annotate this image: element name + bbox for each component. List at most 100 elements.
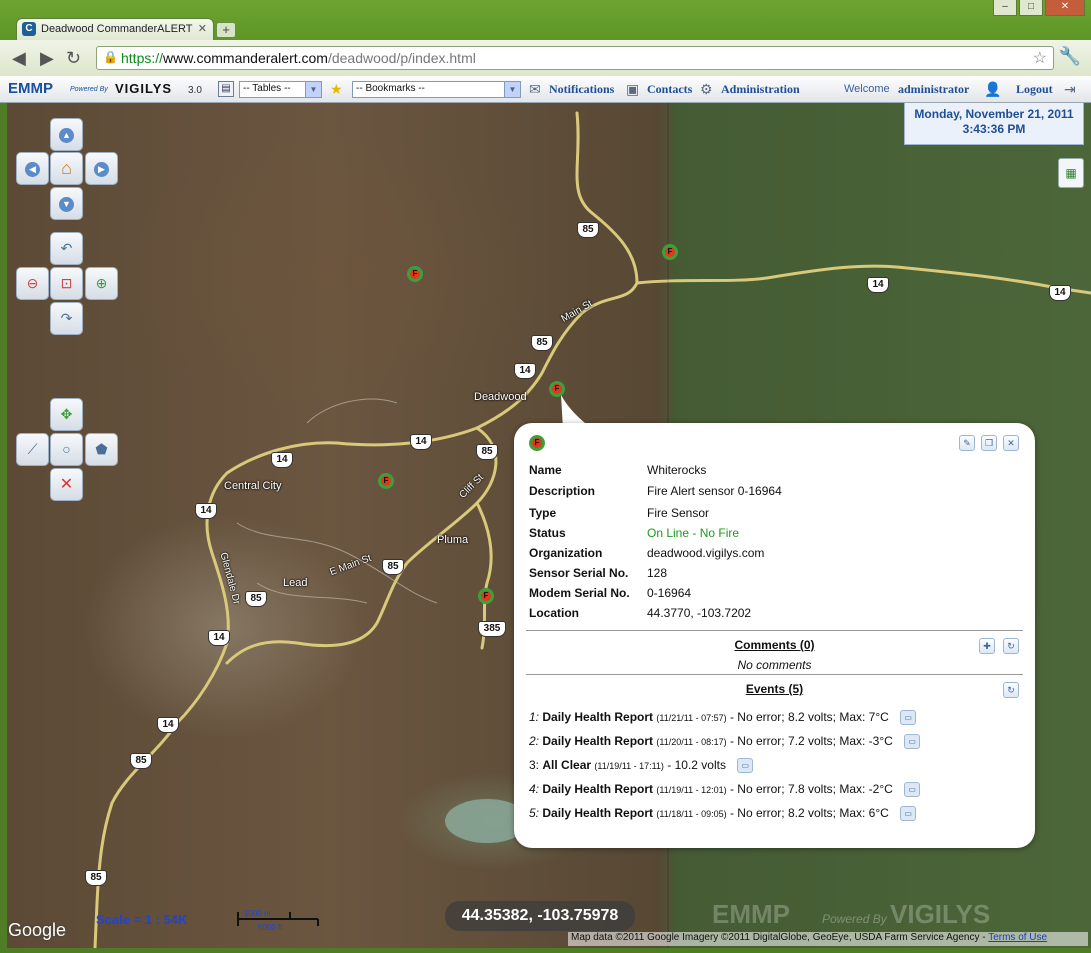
event-item: 4: Daily Health Report (11/19/11 - 12:01… xyxy=(529,782,921,798)
url-scheme: https:// xyxy=(121,50,164,66)
undo-button[interactable]: ↶ xyxy=(50,232,83,265)
zoom-out-button[interactable]: ⊖ xyxy=(16,267,49,300)
event-title: Daily Health Report xyxy=(542,806,654,820)
welcome-label: Welcome xyxy=(844,83,890,95)
watermark-vigilys: VIGILYS xyxy=(890,899,991,929)
event-number: 3: xyxy=(529,758,540,772)
contacts-link[interactable]: Contacts xyxy=(647,82,692,97)
field-value: Fire Sensor xyxy=(647,506,710,520)
clear-drawing-button[interactable]: ✕ xyxy=(50,468,83,501)
tab-close-icon[interactable]: ✕ xyxy=(198,22,207,35)
window-icon: ❐ xyxy=(984,438,994,448)
back-arrow-icon[interactable]: ◀ xyxy=(12,48,26,69)
url-host: www.commanderalert.com xyxy=(163,50,328,66)
event-title: Daily Health Report xyxy=(542,710,654,724)
fire-sensor-marker[interactable]: F xyxy=(378,473,394,489)
popout-button[interactable]: ❐ xyxy=(981,435,997,451)
wrench-icon[interactable]: 🔧 xyxy=(1059,46,1081,67)
move-button[interactable]: ✥ xyxy=(50,398,83,431)
add-comment-button[interactable]: ✚ xyxy=(979,638,995,654)
layers-button[interactable]: ▦ xyxy=(1058,158,1084,188)
comments-heading[interactable]: Comments (0) xyxy=(514,638,1035,652)
logout-icon[interactable]: ⇥ xyxy=(1064,81,1076,98)
event-title: All Clear xyxy=(542,758,592,772)
refresh-events-button[interactable]: ↻ xyxy=(1003,682,1019,698)
new-tab-button[interactable]: + xyxy=(216,22,236,38)
administration-link[interactable]: Administration xyxy=(721,82,800,97)
table-icon[interactable]: ▤ xyxy=(218,81,234,97)
comment-icon[interactable]: ▭ xyxy=(900,710,917,726)
event-timestamp: (11/19/11 - 12:01) xyxy=(656,785,727,795)
edit-button[interactable]: ✎ xyxy=(959,435,975,451)
event-number: 1: xyxy=(529,710,540,724)
event-item: 1: Daily Health Report (11/21/11 - 07:57… xyxy=(529,710,917,726)
highway-shield-85: 85 xyxy=(476,444,498,460)
field-label: Description xyxy=(529,484,596,498)
close-popup-button[interactable]: ✕ xyxy=(1003,435,1019,451)
minimize-button[interactable]: – xyxy=(993,0,1017,16)
zoom-out-icon: ⊖ xyxy=(26,275,39,291)
gear-icon: ⚙ xyxy=(700,81,713,97)
draw-polygon-button[interactable]: ⬟ xyxy=(85,433,118,466)
comment-icon[interactable]: ▭ xyxy=(737,758,754,774)
x-icon: ✕ xyxy=(59,476,74,493)
label-lead: Lead xyxy=(283,577,308,589)
events-heading[interactable]: Events (5) xyxy=(514,682,1035,696)
tables-select-value: -- Tables -- xyxy=(243,83,291,94)
bookmarks-select[interactable]: -- Bookmarks -- ▼ xyxy=(352,81,521,98)
field-value: deadwood.vigilys.com xyxy=(647,546,765,560)
zoom-box-button[interactable]: ⊡ xyxy=(50,267,83,300)
event-detail: - No error; 7.8 volts; Max: -2°C xyxy=(726,782,893,796)
comment-icon[interactable]: ▭ xyxy=(904,782,921,798)
url-bar[interactable]: 🔒 https://www.commanderalert.com/deadwoo… xyxy=(96,46,1054,70)
comment-icon[interactable]: ▭ xyxy=(900,806,917,822)
terms-of-use-link[interactable]: Terms of Use xyxy=(988,932,1047,943)
home-button[interactable]: ⌂ xyxy=(50,152,83,185)
refresh-comments-button[interactable]: ↻ xyxy=(1003,638,1019,654)
comment-icon[interactable]: ▭ xyxy=(904,734,921,750)
zoom-in-button[interactable]: ⊕ xyxy=(85,267,118,300)
zoom-box-icon: ⊡ xyxy=(60,275,73,291)
layers-icon: ▦ xyxy=(1065,166,1077,180)
field-value: 44.3770, -103.7202 xyxy=(647,606,752,620)
pan-up-button[interactable]: ▲ xyxy=(50,118,83,151)
pan-down-button[interactable]: ▼ xyxy=(50,187,83,220)
redo-button[interactable]: ↷ xyxy=(50,302,83,335)
close-window-button[interactable]: ✕ xyxy=(1045,0,1085,16)
star-icon[interactable]: ☆ xyxy=(1033,48,1047,68)
browser-tab[interactable]: C Deadwood CommanderALERT ✕ xyxy=(16,18,214,40)
event-timestamp: (11/19/11 - 17:11) xyxy=(594,761,664,771)
circle-icon: ○ xyxy=(62,441,71,457)
logo-powered-by: Powered By xyxy=(70,86,108,93)
draw-line-button[interactable]: ⟋ xyxy=(16,433,49,466)
pan-right-button[interactable]: ▶ xyxy=(85,152,118,185)
field-label: Modem Serial No. xyxy=(529,586,630,600)
chevron-down-icon: ▼ xyxy=(504,82,520,97)
forward-arrow-icon[interactable]: ▶ xyxy=(40,48,54,69)
logout-link[interactable]: Logout xyxy=(1016,82,1053,97)
highway-shield-14: 14 xyxy=(410,434,432,450)
pan-left-button[interactable]: ◀ xyxy=(16,152,49,185)
field-value: 0-16964 xyxy=(647,586,692,600)
highway-shield-85: 85 xyxy=(577,222,599,238)
browser-navbar: ◀ ▶ ↻ 🔒 https://www.commanderalert.com/d… xyxy=(0,40,1091,76)
tables-select[interactable]: -- Tables -- ▼ xyxy=(239,81,322,98)
field-label: Location xyxy=(529,606,579,620)
refresh-icon: ↻ xyxy=(1007,641,1015,651)
event-timestamp: (11/18/11 - 09:05) xyxy=(656,809,727,819)
highway-shield-14: 14 xyxy=(514,363,536,379)
event-number: 2: xyxy=(529,734,540,748)
draw-circle-button[interactable]: ○ xyxy=(50,433,83,466)
bookmarks-select-value: -- Bookmarks -- xyxy=(356,83,425,94)
fire-sensor-marker[interactable]: F xyxy=(407,266,423,282)
label-deadwood: Deadwood xyxy=(474,391,527,403)
notifications-link[interactable]: Notifications xyxy=(549,82,614,97)
fire-sensor-marker[interactable]: F xyxy=(662,244,678,260)
user-icon[interactable]: 👤 xyxy=(984,81,1001,98)
event-title: Daily Health Report xyxy=(542,734,654,748)
maximize-button[interactable]: □ xyxy=(1019,0,1043,16)
fire-sensor-marker[interactable]: F xyxy=(478,588,494,604)
reload-icon[interactable]: ↻ xyxy=(66,48,81,69)
event-item: 2: Daily Health Report (11/20/11 - 08:17… xyxy=(529,734,921,750)
map-attribution: Map data ©2011 Google Imagery ©2011 Digi… xyxy=(568,932,1088,946)
